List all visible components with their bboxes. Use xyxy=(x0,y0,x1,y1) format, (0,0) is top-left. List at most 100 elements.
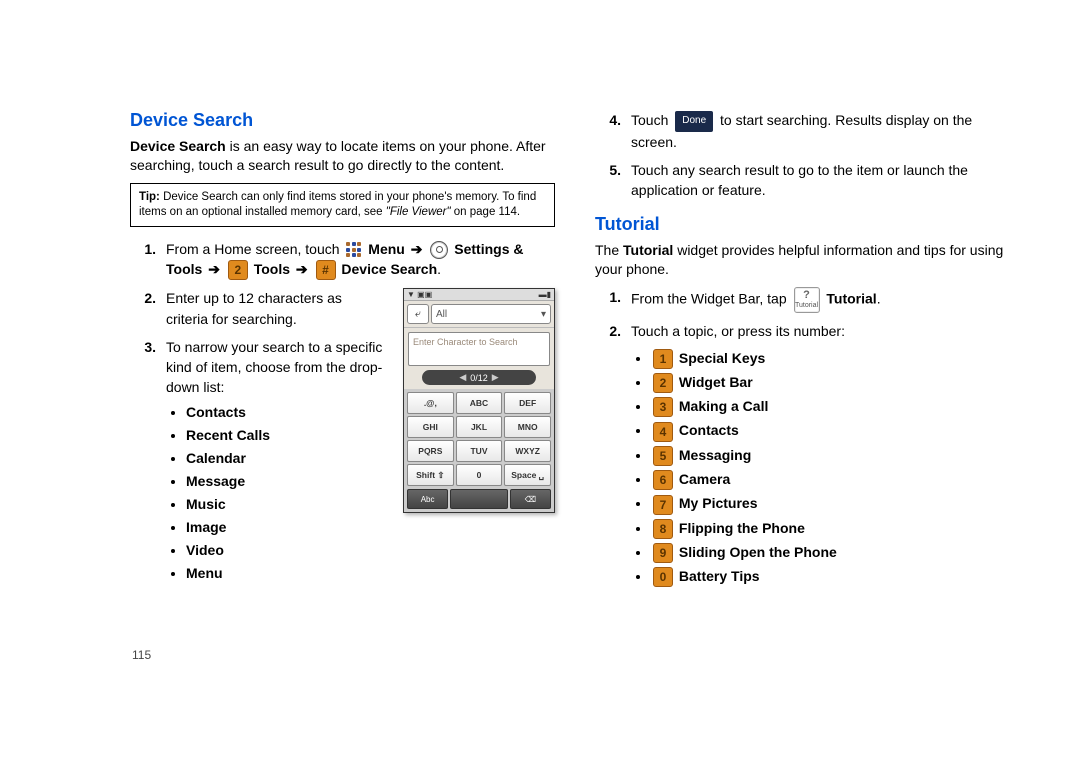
step-4: 4. Touch Done to start searching. Result… xyxy=(595,110,1020,152)
tip-tail: on page 114. xyxy=(451,206,521,218)
step-num: 5. xyxy=(595,160,631,201)
arrow-icon: ➔ xyxy=(208,261,220,277)
period: . xyxy=(877,291,881,307)
phone-top-bar: ⤶ All▾ xyxy=(404,301,554,328)
count-value: 0/12 xyxy=(470,373,488,383)
list-item: 1 Special Keys xyxy=(651,348,1020,369)
steps-text-side: 2. Enter up to 12 characters as criteria… xyxy=(130,288,385,595)
list-item: Contacts xyxy=(186,402,385,423)
list-item: Calendar xyxy=(186,448,385,469)
tut-intro-a: The xyxy=(595,242,623,258)
keypad-key: .@, xyxy=(407,392,454,414)
step-num: 2. xyxy=(595,321,631,593)
period: . xyxy=(437,261,441,277)
left-column: Device Search Device Search is an easy w… xyxy=(130,110,555,601)
device-search-steps: 1. From a Home screen, touch Menu ➔ Sett… xyxy=(130,239,555,281)
list-item: 0 Battery Tips xyxy=(651,566,1020,587)
device-search-label: Device Search xyxy=(341,261,437,277)
arrow-icon: ➔ xyxy=(296,261,308,277)
keypad-num-icon: 2 xyxy=(653,373,673,393)
tut-step-2: 2. Touch a topic, or press its number: 1… xyxy=(595,321,1020,593)
topic-label: Making a Call xyxy=(679,398,768,414)
steps-2-3: 2. Enter up to 12 characters as criteria… xyxy=(130,288,385,587)
step-2: 2. Enter up to 12 characters as criteria… xyxy=(130,288,385,329)
list-item: 4 Contacts xyxy=(651,420,1020,441)
topic-label: Sliding Open the Phone xyxy=(679,544,837,560)
keypad-key: JKL xyxy=(456,416,503,438)
tut-step2-text: Touch a topic, or press its number: xyxy=(631,323,845,339)
list-item: 8 Flipping the Phone xyxy=(651,518,1020,539)
step-body: To narrow your search to a specific kind… xyxy=(166,337,385,588)
back-icon: ⤶ xyxy=(407,304,429,324)
topic-label: My Pictures xyxy=(679,495,758,511)
keypad-2-icon: 2 xyxy=(228,260,248,280)
intro-bold: Device Search xyxy=(130,138,226,154)
keypad-num-icon: 3 xyxy=(653,397,673,417)
keypad-key: Space ␣ xyxy=(504,464,551,486)
step-3: 3. To narrow your search to a specific k… xyxy=(130,337,385,588)
tutorial-heading: Tutorial xyxy=(595,214,1020,235)
topic-label: Contacts xyxy=(679,422,739,438)
page-number: 115 xyxy=(132,648,151,662)
step-body: From a Home screen, touch Menu ➔ Setting… xyxy=(166,239,555,281)
tutorial-label: Tutorial xyxy=(826,291,876,307)
keypad-num-icon: 9 xyxy=(653,543,673,563)
device-search-heading: Device Search xyxy=(130,110,555,131)
keypad-key: WXYZ xyxy=(504,440,551,462)
keypad-key: PQRS xyxy=(407,440,454,462)
tools-label: Tools xyxy=(254,261,290,277)
keypad-num-icon: 4 xyxy=(653,422,673,442)
list-item: Menu xyxy=(186,563,385,584)
status-right: ▬▮ xyxy=(539,290,551,299)
topic-label: Special Keys xyxy=(679,350,765,366)
list-item: Music xyxy=(186,494,385,515)
keypad-num-icon: 1 xyxy=(653,349,673,369)
phone-status-bar: ▼ ▣▣ ▬▮ xyxy=(404,289,554,301)
tut-intro-bold: Tutorial xyxy=(623,242,673,258)
tutorial-icon-label: Tutorial xyxy=(795,301,818,311)
spacer-key xyxy=(450,489,508,509)
list-item: Message xyxy=(186,471,385,492)
list-item: 6 Camera xyxy=(651,469,1020,490)
menu-grid-icon xyxy=(345,241,362,258)
list-item: 2 Widget Bar xyxy=(651,372,1020,393)
backspace-key: ⌫ xyxy=(510,489,551,509)
step-num: 2. xyxy=(130,288,166,329)
step-body: Touch Done to start searching. Results d… xyxy=(631,110,1020,152)
tut-step1-a: From the Widget Bar, tap xyxy=(631,291,791,307)
topic-label: Messaging xyxy=(679,447,751,463)
tip-ref: "File Viewer" xyxy=(386,206,451,218)
steps-with-phone: 2. Enter up to 12 characters as criteria… xyxy=(130,288,555,595)
tutorial-topics-list: 1 Special Keys 2 Widget Bar 3 Making a C… xyxy=(631,348,1020,588)
mode-key: Abc xyxy=(407,489,448,509)
step-num: 1. xyxy=(595,287,631,313)
step-body: From the Widget Bar, tap ? Tutorial Tuto… xyxy=(631,287,1020,313)
search-input-placeholder: Enter Character to Search xyxy=(408,332,550,366)
tutorial-steps: 1. From the Widget Bar, tap ? Tutorial T… xyxy=(595,287,1020,593)
topic-label: Flipping the Phone xyxy=(679,520,805,536)
list-item: Video xyxy=(186,540,385,561)
category-dropdown: All▾ xyxy=(431,304,551,324)
keypad-num-icon: 6 xyxy=(653,470,673,490)
phone-keypad: .@, ABC DEF GHI JKL MNO PQRS TUV WXYZ Sh… xyxy=(404,389,554,489)
list-item: Image xyxy=(186,517,385,538)
list-item: Recent Calls xyxy=(186,425,385,446)
menu-label: Menu xyxy=(368,241,405,257)
phone-screenshot: ▼ ▣▣ ▬▮ ⤶ All▾ Enter Character to Search… xyxy=(403,288,555,513)
question-mark-icon: ? xyxy=(803,290,810,301)
tutorial-widget-icon: ? Tutorial xyxy=(794,287,820,313)
step-body: Touch any search result to go to the ite… xyxy=(631,160,1020,201)
tip-label: Tip: xyxy=(139,191,160,203)
keypad-key: 0 xyxy=(456,464,503,486)
keypad-key: TUV xyxy=(456,440,503,462)
done-button-icon: Done xyxy=(675,111,713,132)
list-item: 5 Messaging xyxy=(651,445,1020,466)
search-categories-list: Contacts Recent Calls Calendar Message M… xyxy=(166,402,385,584)
step-1: 1. From a Home screen, touch Menu ➔ Sett… xyxy=(130,239,555,281)
arrow-icon: ➔ xyxy=(411,241,423,257)
gear-icon xyxy=(430,241,448,259)
keypad-key: MNO xyxy=(504,416,551,438)
device-search-steps-cont: 4. Touch Done to start searching. Result… xyxy=(595,110,1020,200)
step-num: 3. xyxy=(130,337,166,588)
step4-text-a: Touch xyxy=(631,112,672,128)
